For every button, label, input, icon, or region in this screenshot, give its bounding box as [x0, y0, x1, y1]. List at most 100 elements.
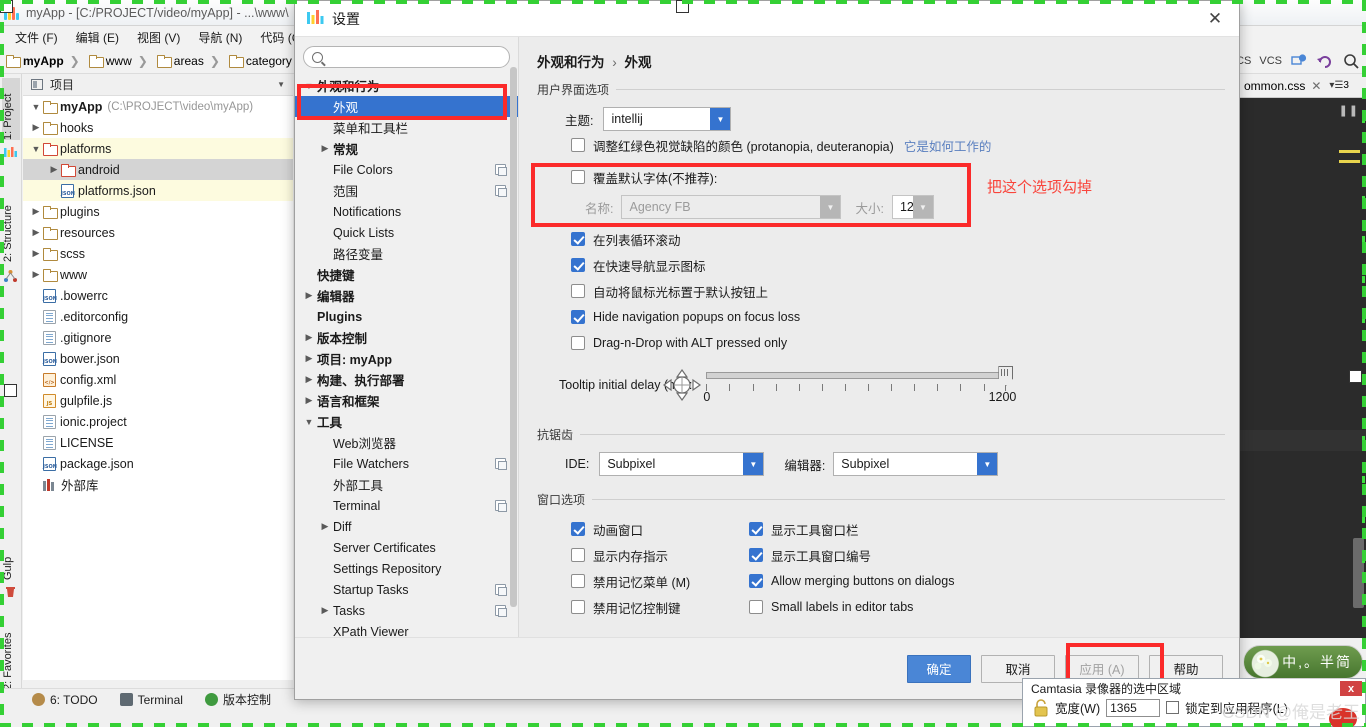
disclosure-triangle-icon[interactable]: ▶: [29, 248, 43, 259]
settings-tree-item-[interactable]: ▼ 工具: [295, 411, 518, 432]
settings-tree-item-server-certificates[interactable]: Server Certificates: [295, 537, 518, 558]
chevron-down-icon[interactable]: ▼: [743, 453, 764, 475]
font-size-combo[interactable]: 12 ▼: [891, 195, 934, 219]
disclosure-triangle-icon[interactable]: ▶: [29, 227, 43, 238]
chevron-down-icon[interactable]: ▼: [820, 196, 841, 218]
window-option-left-checkbox-1[interactable]: [571, 548, 585, 562]
tree-node[interactable]: ▶ plugins: [23, 201, 293, 222]
breadcrumb-category[interactable]: category: [223, 54, 295, 68]
tree-node[interactable]: JS gulpfile.js: [23, 390, 293, 411]
menu-view[interactable]: 视图 (V): [128, 27, 189, 48]
disclosure-triangle-icon[interactable]: ▼: [29, 144, 43, 154]
statusbar-terminal[interactable]: Terminal: [119, 693, 183, 707]
search-icon[interactable]: [1342, 52, 1360, 70]
tree-node[interactable]: .editorconfig: [23, 306, 293, 327]
ime-width-mode[interactable]: 半: [1320, 652, 1336, 672]
tooltip-delay-slider[interactable]: 0 1200: [703, 366, 1016, 404]
close-icon[interactable]: ✕: [1203, 7, 1227, 31]
sidebar-tab-structure[interactable]: 2: Structure: [2, 184, 20, 262]
tree-node[interactable]: JSON bower.json: [23, 348, 293, 369]
statusbar-todo[interactable]: 6: TODO: [32, 693, 98, 707]
copy-settings-icon[interactable]: [495, 605, 507, 617]
settings-tree-item-terminal[interactable]: Terminal: [295, 495, 518, 516]
settings-tree-item-[interactable]: 快捷键: [295, 264, 518, 285]
settings-tree-item-xpath-viewer[interactable]: XPath Viewer: [295, 621, 518, 638]
window-option-right-checkbox-1[interactable]: [749, 548, 763, 562]
settings-tree-scrollbar-thumb[interactable]: [510, 67, 517, 607]
dnd-alt-checkbox[interactable]: [571, 336, 585, 350]
ime-punctuation-mode[interactable]: ,。: [1298, 652, 1320, 672]
settings-tree-item-[interactable]: 外部工具: [295, 474, 518, 495]
close-icon[interactable]: ✕: [1311, 79, 1321, 93]
breadcrumb-myapp[interactable]: myApp: [0, 54, 67, 68]
disclosure-triangle-icon[interactable]: ▼: [301, 417, 317, 427]
tree-node[interactable]: ▼ myApp (C:\PROJECT\video\myApp): [23, 96, 293, 117]
settings-tree-item-myapp[interactable]: ▶ 项目: myApp: [295, 348, 518, 369]
settings-tree-scrollbar[interactable]: [510, 39, 517, 635]
breadcrumb-areas[interactable]: areas: [151, 54, 207, 68]
theme-combo[interactable]: intellij ▼: [603, 107, 732, 131]
settings-tree-item-web[interactable]: Web浏览器: [295, 432, 518, 453]
settings-tree-item-startup-tasks[interactable]: Startup Tasks: [295, 579, 518, 600]
settings-tree-item-settings-repository[interactable]: Settings Repository: [295, 558, 518, 579]
tree-node[interactable]: ionic.project: [23, 411, 293, 432]
settings-tree-item-[interactable]: 外观: [295, 96, 518, 117]
tree-node[interactable]: ▶ resources: [23, 222, 293, 243]
disclosure-triangle-icon[interactable]: ▶: [317, 521, 333, 532]
chevron-down-icon[interactable]: ▼: [977, 453, 998, 475]
sidebar-tab-gulp[interactable]: Gulp: [2, 542, 20, 580]
tree-node[interactable]: ▶ hooks: [23, 117, 293, 138]
font-name-combo[interactable]: Agency FB ▼: [621, 195, 842, 219]
menu-edit[interactable]: 编辑 (E): [67, 27, 128, 48]
tree-node[interactable]: .gitignore: [23, 327, 293, 348]
slider-track[interactable]: [706, 372, 1007, 379]
copy-settings-icon[interactable]: [495, 164, 507, 176]
ime-mode[interactable]: 中: [1282, 652, 1298, 672]
tree-node[interactable]: </> config.xml: [23, 369, 293, 390]
how-it-works-link[interactable]: 它是如何工作的: [904, 136, 992, 155]
settings-tree-item-plugins[interactable]: Plugins: [295, 306, 518, 327]
settings-tree-item-[interactable]: ▶ 常规: [295, 138, 518, 159]
ok-button[interactable]: 确定: [907, 654, 971, 683]
disclosure-triangle-icon[interactable]: ▶: [301, 332, 317, 343]
breadcrumb-www[interactable]: www: [83, 54, 135, 68]
copy-settings-icon[interactable]: [495, 185, 507, 197]
menu-navigate[interactable]: 导航 (N): [189, 27, 251, 48]
tree-node[interactable]: JSON platforms.json: [23, 180, 293, 201]
chevron-down-icon[interactable]: ▼: [912, 196, 933, 218]
disclosure-triangle-icon[interactable]: ▶: [29, 206, 43, 217]
settings-tree-item-diff[interactable]: ▶ Diff: [295, 516, 518, 537]
close-icon[interactable]: x: [1340, 681, 1362, 696]
antialias-editor-combo[interactable]: Subpixel ▼: [833, 452, 999, 476]
override-font-checkbox[interactable]: [571, 170, 585, 184]
tree-node[interactable]: LICENSE: [23, 432, 293, 453]
disclosure-triangle-icon[interactable]: ▶: [317, 143, 333, 154]
sidebar-tab-project[interactable]: 1: Project: [2, 78, 20, 140]
disclosure-triangle-icon[interactable]: ▼: [29, 102, 43, 112]
copy-settings-icon[interactable]: [495, 458, 507, 470]
window-option-left-checkbox-0[interactable]: [571, 522, 585, 536]
editor-tab-common-css[interactable]: ommon.css: [1244, 79, 1305, 93]
tree-node[interactable]: ▼ platforms: [23, 138, 293, 159]
copy-settings-icon[interactable]: [495, 584, 507, 596]
slider-knob[interactable]: [998, 366, 1014, 386]
project-tree[interactable]: ▼ myApp (C:\PROJECT\video\myApp) ▶ hooks ▼ pla…: [23, 96, 293, 680]
cyclic-scroll-checkbox[interactable]: [571, 232, 585, 246]
settings-tree-item-notifications[interactable]: Notifications: [295, 201, 518, 222]
ime-script-mode[interactable]: 简: [1336, 652, 1352, 672]
settings-tree-item-file-colors[interactable]: File Colors: [295, 159, 518, 180]
auto-cursor-checkbox[interactable]: [571, 284, 585, 298]
window-option-left-checkbox-2[interactable]: [571, 574, 585, 588]
update-project-icon[interactable]: [1290, 52, 1308, 70]
window-option-right-checkbox-2[interactable]: [749, 574, 763, 588]
settings-tree-item-tasks[interactable]: ▶ Tasks: [295, 600, 518, 621]
statusbar-version-control[interactable]: 版本控制: [204, 691, 271, 708]
tree-node[interactable]: JSON package.json: [23, 453, 293, 474]
hide-popups-checkbox[interactable]: [571, 310, 585, 324]
menu-file[interactable]: 文件 (F): [6, 27, 67, 48]
disclosure-triangle-icon[interactable]: ▶: [317, 605, 333, 616]
colorblind-checkbox[interactable]: [571, 138, 585, 152]
tree-node[interactable]: ▶ www: [23, 264, 293, 285]
disclosure-triangle-icon[interactable]: ▶: [301, 374, 317, 385]
disclosure-triangle-icon[interactable]: ▼: [301, 81, 317, 91]
